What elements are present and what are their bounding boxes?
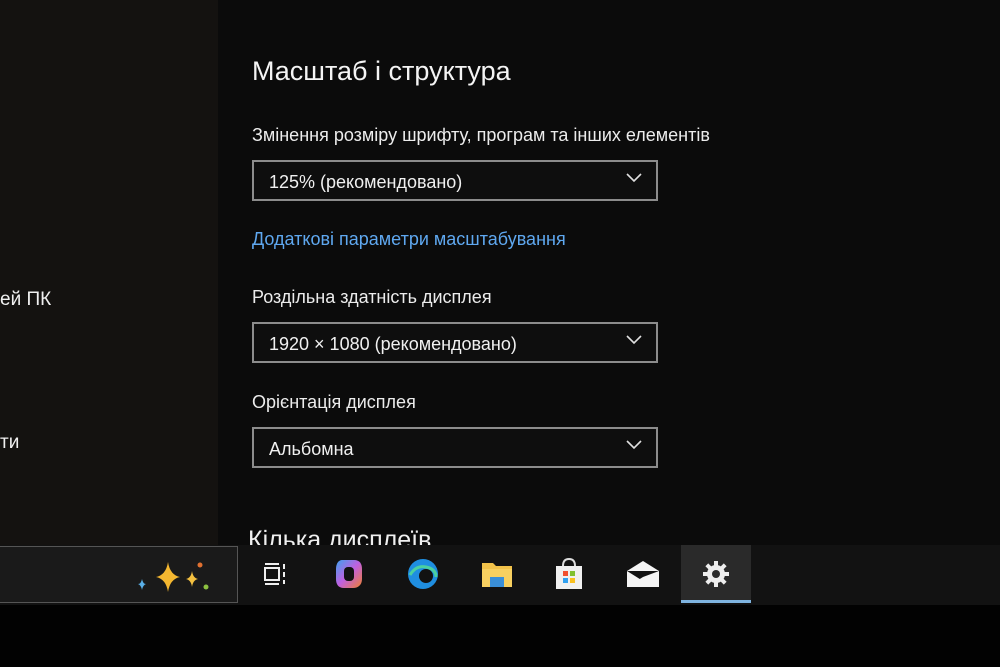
resolution-label: Роздільна здатність дисплея (252, 287, 492, 307)
sidebar-item-about-pc[interactable]: ей ПК (0, 289, 51, 311)
task-view-button[interactable] (240, 545, 310, 603)
resolution-dropdown[interactable]: 1920 × 1080 (рекомендовано) (252, 322, 658, 363)
task-view-icon (264, 563, 285, 585)
chevron-down-icon (626, 335, 642, 345)
advanced-scaling-link[interactable]: Додаткові параметри масштабування (252, 229, 566, 250)
section-title: Масштаб і структура (252, 56, 511, 86)
file-explorer-icon (482, 563, 512, 587)
resolution-value: 1920 × 1080 (рекомендовано) (269, 334, 517, 354)
file-explorer-button[interactable] (462, 545, 532, 603)
store-button[interactable] (534, 545, 604, 603)
copilot-button[interactable] (314, 545, 384, 603)
orientation-value: Альбомна (269, 439, 354, 459)
sidebar-item[interactable]: ти (0, 432, 19, 454)
search-box[interactable] (0, 546, 238, 603)
multiple-displays-title: Кілька дисплеїв (248, 526, 432, 545)
sidebar: ей ПК ти (0, 0, 218, 545)
mail-button[interactable] (608, 545, 678, 603)
screen-bezel (0, 605, 1000, 667)
orientation-dropdown[interactable]: Альбомна (252, 427, 658, 468)
display-settings-panel: Масштаб і структура Змінення розміру шри… (218, 0, 1000, 545)
edge-button[interactable] (388, 545, 458, 603)
mail-icon (627, 561, 659, 587)
settings-icon (703, 561, 729, 587)
scale-value: 125% (рекомендовано) (269, 172, 463, 192)
settings-button[interactable] (681, 545, 751, 603)
sparkle-icon (138, 562, 209, 592)
edge-icon (408, 559, 438, 589)
scale-label: Змінення розміру шрифту, програм та інши… (252, 125, 710, 145)
store-icon (556, 557, 582, 589)
copilot-icon (336, 560, 362, 588)
orientation-label: Орієнтація дисплея (252, 392, 416, 412)
scale-dropdown[interactable]: 125% (рекомендовано) (252, 160, 658, 201)
chevron-down-icon (626, 440, 642, 450)
chevron-down-icon (626, 173, 642, 183)
taskbar (0, 545, 1000, 605)
